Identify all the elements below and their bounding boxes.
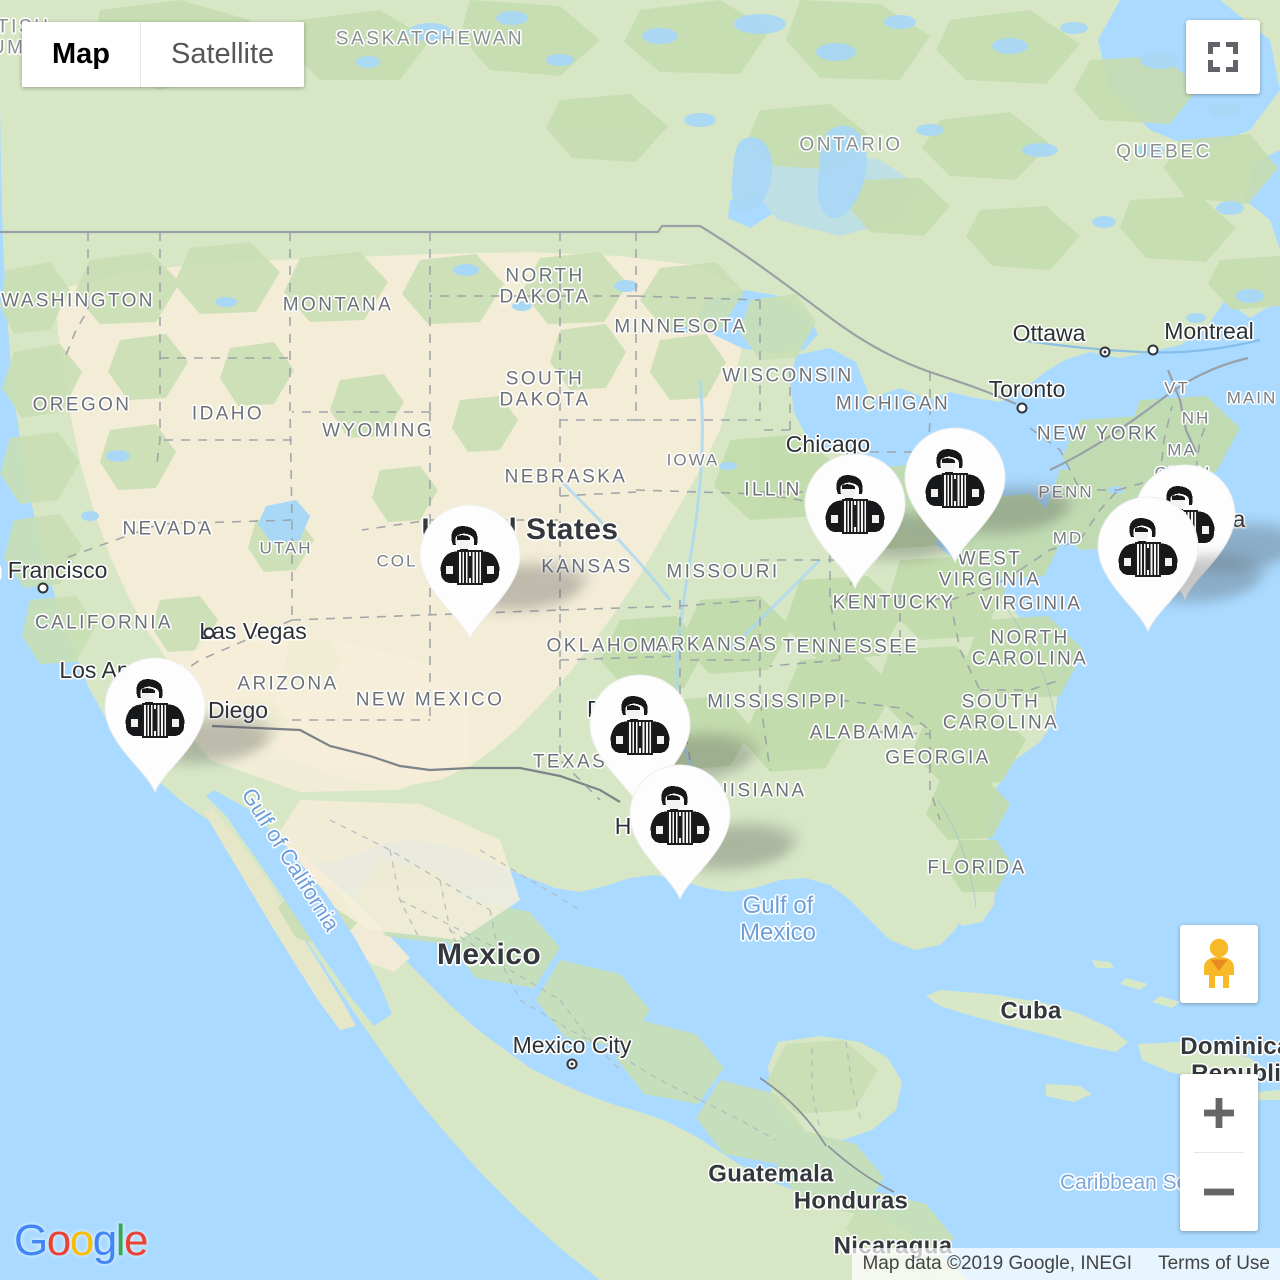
logo-letter-g2: g	[92, 1216, 117, 1265]
accordion-player-icon	[125, 679, 185, 738]
fullscreen-button[interactable]	[1186, 20, 1260, 94]
logo-letter-o1: o	[46, 1216, 71, 1265]
street-view-pegman-button[interactable]	[1180, 925, 1258, 1003]
accordion-player-icon	[650, 786, 710, 845]
zoom-in-button[interactable]	[1180, 1074, 1258, 1152]
accordion-player-icon	[610, 696, 670, 755]
map-type-toggle[interactable]: Map Satellite	[22, 22, 305, 87]
map-basemap	[0, 0, 1280, 1280]
zoom-controls[interactable]	[1180, 1074, 1258, 1231]
map-type-map-button[interactable]: Map	[22, 22, 140, 87]
map-type-satellite-button[interactable]: Satellite	[140, 22, 305, 87]
map-data-attribution: Map data ©2019 Google, INEGI	[862, 1253, 1133, 1274]
map-container[interactable]: BRITISH COLUMBIASASKATCHEWANONTARIOQUEBE…	[0, 0, 1280, 1280]
accordion-player-icon	[925, 449, 985, 508]
marker-east-front[interactable]	[1096, 496, 1275, 632]
logo-letter-o2: o	[69, 1216, 94, 1265]
logo-letter-g1: G	[14, 1216, 48, 1265]
map-attribution: Map data ©2019 Google, INEGI Terms of Us…	[852, 1248, 1280, 1280]
marker-houston[interactable]	[628, 764, 807, 900]
terms-of-use-link[interactable]: Terms of Use	[1142, 1253, 1280, 1275]
google-logo[interactable]: Google	[14, 1216, 148, 1266]
marker-ohio[interactable]	[903, 427, 1082, 563]
marker-los-angeles[interactable]	[103, 657, 282, 793]
zoom-out-button[interactable]	[1180, 1153, 1258, 1231]
accordion-player-icon	[440, 526, 500, 585]
pegman-icon	[1204, 938, 1234, 988]
minus-icon	[1204, 1188, 1234, 1196]
accordion-player-icon	[1118, 518, 1178, 577]
logo-letter-e: e	[123, 1216, 148, 1265]
marker-denver[interactable]	[418, 504, 597, 640]
fullscreen-icon	[1208, 42, 1238, 72]
marker-chicago[interactable]	[803, 453, 982, 589]
accordion-player-icon	[825, 475, 885, 534]
plus-icon	[1204, 1098, 1234, 1128]
logo-letter-l: l	[115, 1216, 126, 1265]
